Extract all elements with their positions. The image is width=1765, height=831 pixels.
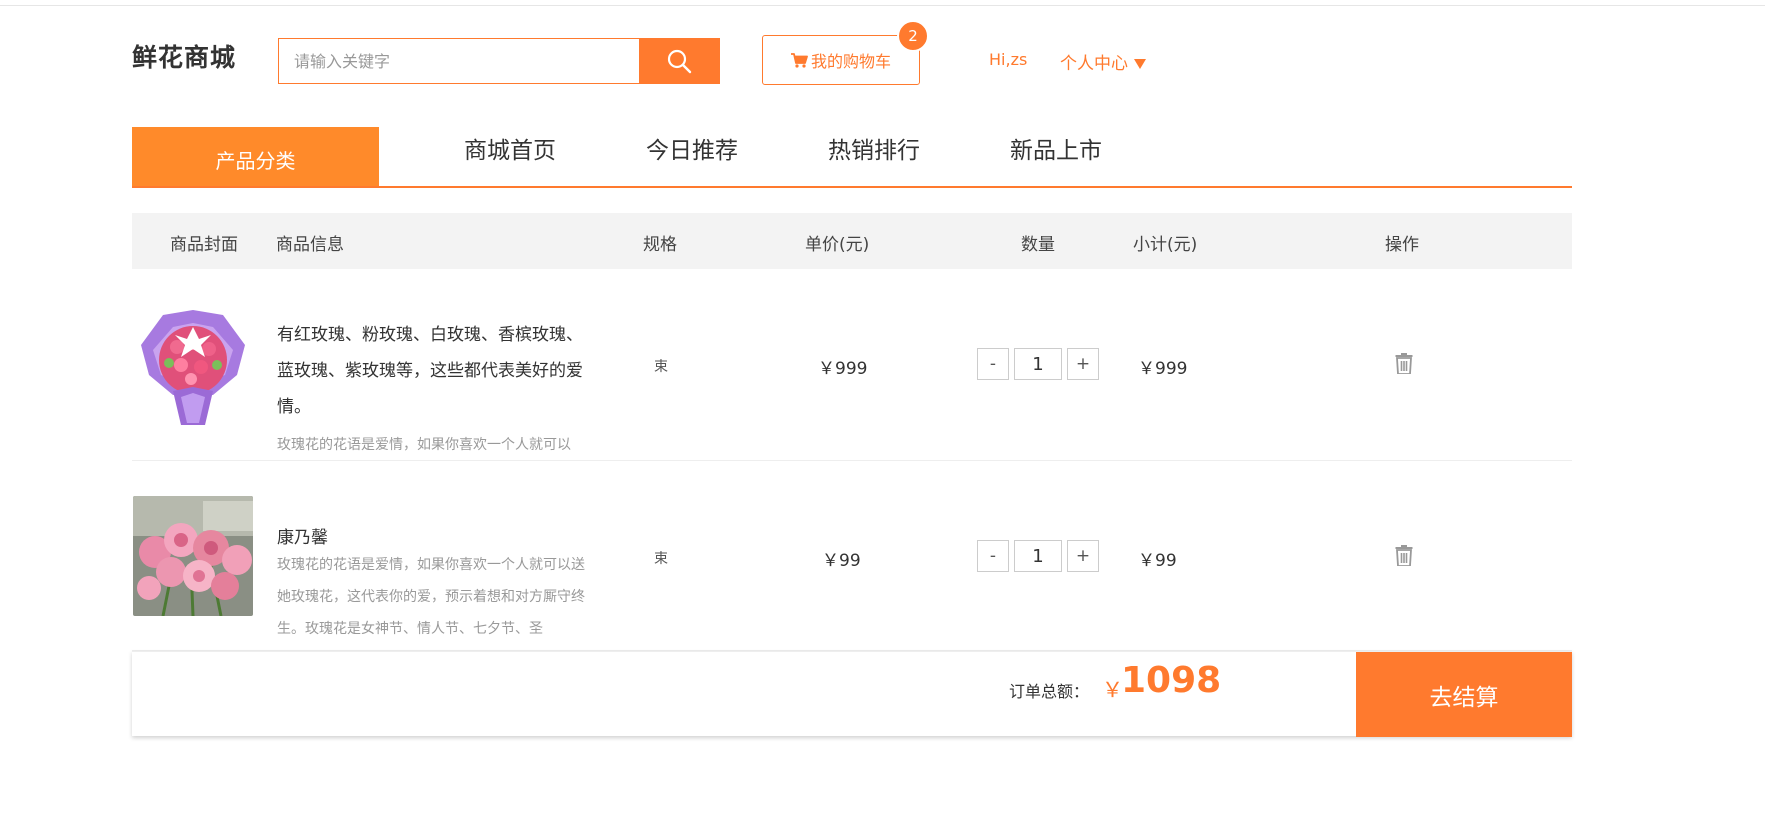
subtotal: ￥999 (1138, 359, 1188, 379)
trash-icon (1395, 545, 1413, 567)
search-input[interactable] (279, 39, 639, 83)
col-subtotal: 小计(元) (1133, 235, 1198, 255)
product-subtitle: 玫瑰花的花语是爱情，如果你喜欢一个人就可以 (277, 437, 571, 453)
col-actions: 操作 (1385, 235, 1419, 255)
top-divider (0, 5, 1765, 6)
user-greeting[interactable]: Hi,zs (989, 50, 1027, 69)
col-quantity: 数量 (1021, 235, 1055, 255)
shopping-cart-icon (790, 52, 808, 68)
quantity-stepper: - + (977, 540, 1099, 572)
site-logo[interactable]: 鲜花商城 (132, 38, 236, 74)
carnation-image (133, 496, 253, 616)
nav-product-category[interactable]: 产品分类 (132, 127, 379, 186)
cart-row: 有红玫瑰、粉玫瑰、白玫瑰、香槟玫瑰、蓝玫瑰、紫玫瑰等，这些都代表美好的爱情。 玫… (132, 270, 1572, 461)
product-cover-rose[interactable] (133, 305, 253, 425)
product-subtitle: 玫瑰花的花语是爱情，如果你喜欢一个人就可以送她玫瑰花，这代表你的爱，预示着想和对… (277, 557, 585, 637)
col-cover: 商品封面 (170, 235, 238, 255)
nav-home[interactable]: 商城首页 (464, 131, 556, 165)
search-button[interactable] (639, 39, 719, 83)
delete-button[interactable] (1395, 353, 1413, 378)
decrease-button[interactable]: - (977, 348, 1009, 380)
quantity-stepper: - + (977, 348, 1099, 380)
cart-row: 康乃馨 玫瑰花的花语是爱情，如果你喜欢一个人就可以送她玫瑰花，这代表你的爱，预示… (132, 462, 1572, 651)
my-cart-button[interactable]: 我的购物车 (762, 35, 920, 85)
increase-button[interactable]: + (1067, 348, 1099, 380)
nav-today-recommend[interactable]: 今日推荐 (646, 131, 738, 165)
delete-button[interactable] (1395, 545, 1413, 570)
col-spec: 规格 (643, 235, 677, 255)
checkout-button[interactable]: 去结算 (1356, 652, 1572, 737)
cart-table-header: 商品封面 商品信息 规格 单价(元) 数量 小计(元) 操作 (132, 213, 1572, 269)
unit-price: ￥99 (822, 551, 861, 571)
caret-down-icon (1134, 59, 1146, 69)
order-summary-bar: 订单总额： ￥ 1098 去结算 (132, 651, 1572, 737)
search-icon (667, 49, 692, 74)
nav-new-arrivals[interactable]: 新品上市 (1010, 131, 1102, 165)
col-price: 单价(元) (805, 235, 870, 255)
main-nav: 产品分类 商城首页 今日推荐 热销排行 新品上市 (132, 127, 1572, 188)
subtotal: ￥99 (1138, 551, 1177, 571)
product-cover-carnation[interactable] (133, 496, 253, 616)
nav-hot-ranking[interactable]: 热销排行 (828, 131, 920, 165)
quantity-input[interactable] (1014, 348, 1062, 380)
bouquet-image (133, 305, 253, 425)
decrease-button[interactable]: - (977, 540, 1009, 572)
product-spec: 束 (654, 551, 668, 567)
search-bar (278, 38, 720, 84)
user-center-label: 个人中心 (1060, 54, 1128, 74)
cart-label: 我的购物车 (810, 52, 891, 71)
order-total-amount: 1098 (1121, 660, 1222, 701)
cart-count-badge: 2 (897, 20, 929, 52)
product-spec: 束 (654, 359, 668, 375)
quantity-input[interactable] (1014, 540, 1062, 572)
user-center-dropdown[interactable]: 个人中心 (1060, 49, 1146, 74)
col-info: 商品信息 (276, 235, 344, 255)
order-total-label: 订单总额： (1009, 682, 1090, 701)
currency-symbol: ￥ (1102, 678, 1123, 702)
increase-button[interactable]: + (1067, 540, 1099, 572)
product-title: 有红玫瑰、粉玫瑰、白玫瑰、香槟玫瑰、蓝玫瑰、紫玫瑰等，这些都代表美好的爱情。 (277, 325, 583, 417)
unit-price: ￥999 (818, 359, 868, 379)
trash-icon (1395, 353, 1413, 375)
